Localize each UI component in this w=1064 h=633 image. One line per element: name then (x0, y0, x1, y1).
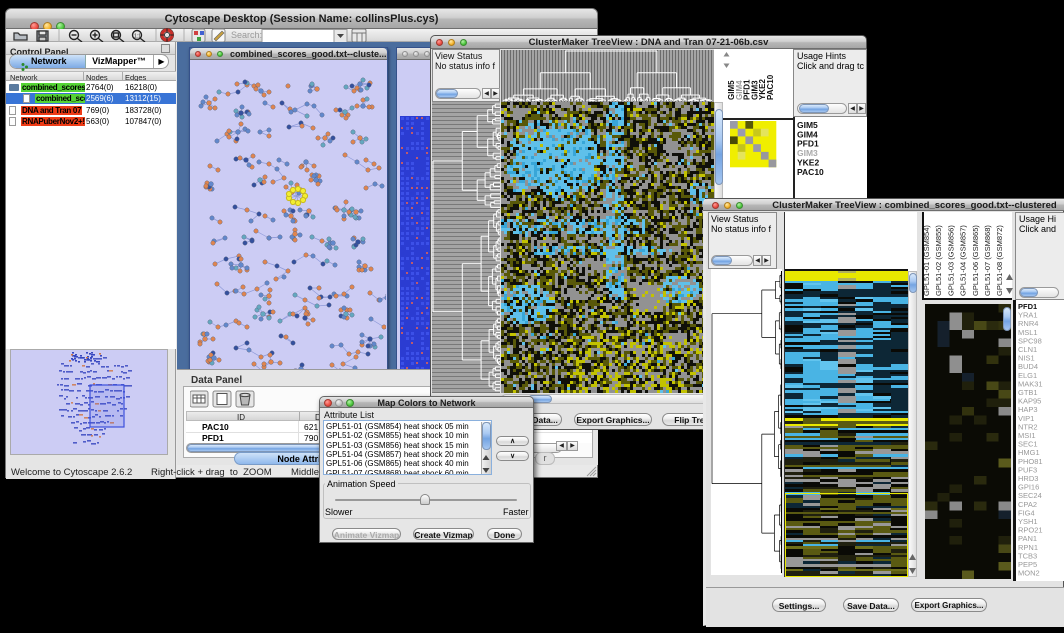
svg-text:PAC10: PAC10 (797, 167, 824, 177)
svg-text:GPL51-06 (GSM865): GPL51-06 (GSM865) (971, 225, 980, 296)
svg-text:Search:: Search: (231, 30, 262, 40)
svg-text:PAC10: PAC10 (766, 74, 775, 100)
svg-text:GPL51-02 (GSM855): GPL51-02 (GSM855) (934, 225, 943, 296)
svg-text:1:1: 1:1 (134, 34, 141, 40)
svg-text:GPL51-01 (GSM854): GPL51-01 (GSM854) (924, 225, 931, 296)
svg-text:GPL51-07 (GSM868): GPL51-07 (GSM868) (983, 225, 992, 296)
svg-text:GPL51-03 (GSM856): GPL51-03 (GSM856) (946, 225, 955, 296)
svg-text:GPL51-08 (GSM872): GPL51-08 (GSM872) (995, 225, 1004, 296)
svg-text:GPL51-04 (GSM857): GPL51-04 (GSM857) (959, 225, 968, 296)
svg-text:MON2: MON2 (1018, 569, 1040, 578)
